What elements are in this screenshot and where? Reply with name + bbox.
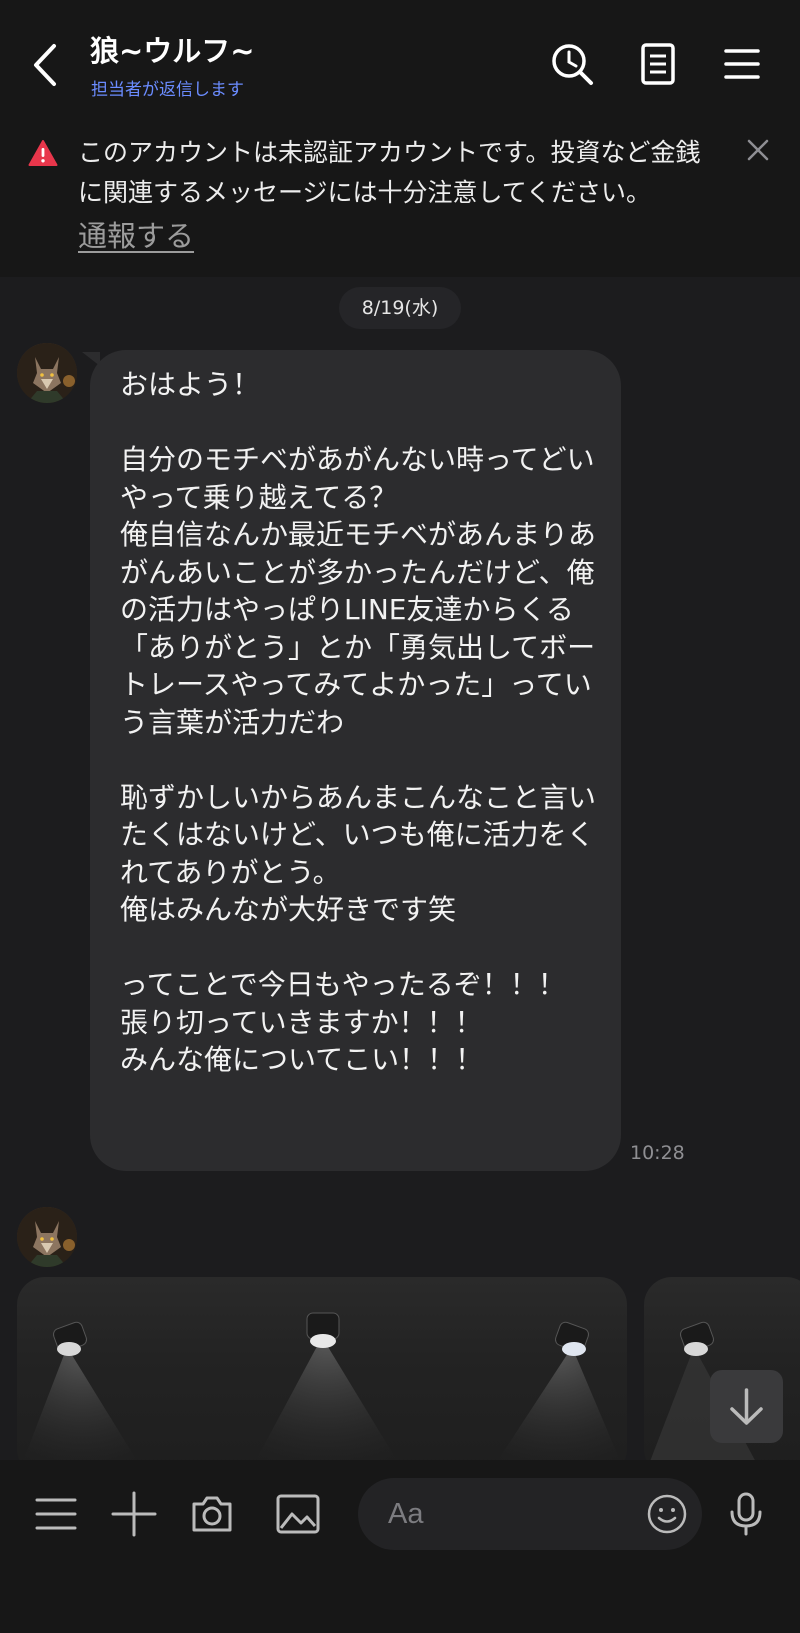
chat-subtitle: 担当者が返信します (91, 80, 244, 100)
close-icon[interactable] (745, 137, 771, 163)
menu-icon[interactable] (32, 1490, 80, 1538)
warning-icon (28, 140, 58, 166)
warning-text: このアカウントは未認証アカウントです。投資など金銭に関連するメッセージには十分注… (78, 138, 701, 207)
avatar[interactable] (17, 1207, 77, 1267)
menu-icon[interactable] (718, 40, 766, 88)
message-input-wrapper (358, 1478, 702, 1550)
message-input[interactable] (388, 1478, 628, 1550)
wolf-avatar-icon (17, 1207, 77, 1267)
emoji-icon[interactable] (646, 1493, 688, 1535)
camera-icon[interactable] (188, 1490, 236, 1538)
date-separator: 8/19(水) (339, 287, 461, 329)
image-icon[interactable] (274, 1490, 322, 1538)
notes-icon[interactable] (634, 40, 682, 88)
back-icon[interactable] (26, 40, 66, 90)
report-link[interactable]: 通報する (78, 213, 194, 255)
unverified-warning-banner: このアカウントは未認証アカウントです。投資など金銭に関連するメッセージには十分注… (0, 125, 800, 277)
plus-icon[interactable] (110, 1490, 158, 1538)
microphone-icon[interactable] (722, 1490, 770, 1538)
spotlight-image (23, 1312, 620, 1460)
message-time: 10:28 (630, 1142, 685, 1164)
chat-header: 狼~ウルフ~ 担当者が返信します (0, 0, 800, 125)
search-clock-icon[interactable] (548, 40, 596, 88)
avatar[interactable] (17, 343, 77, 403)
message-text: おはよう！ 自分のモチベがあがんない時ってどいやって乗り越えてる？ 俺自信なんか… (120, 368, 597, 1076)
message-bubble[interactable]: おはよう！ 自分のモチベがあがんない時ってどいやって乗り越えてる？ 俺自信なんか… (90, 350, 621, 1171)
message-composer (0, 1460, 800, 1633)
arrow-down-icon (730, 1388, 763, 1425)
wolf-avatar-icon (17, 343, 77, 403)
chat-title[interactable]: 狼~ウルフ~ (90, 28, 255, 70)
chat-area[interactable]: 8/19(水) おはよう！ 自分のモチベがあがんない時ってどいやって乗り越えてる… (0, 277, 800, 1460)
image-message[interactable] (17, 1277, 627, 1460)
scroll-down-button[interactable] (710, 1370, 783, 1443)
